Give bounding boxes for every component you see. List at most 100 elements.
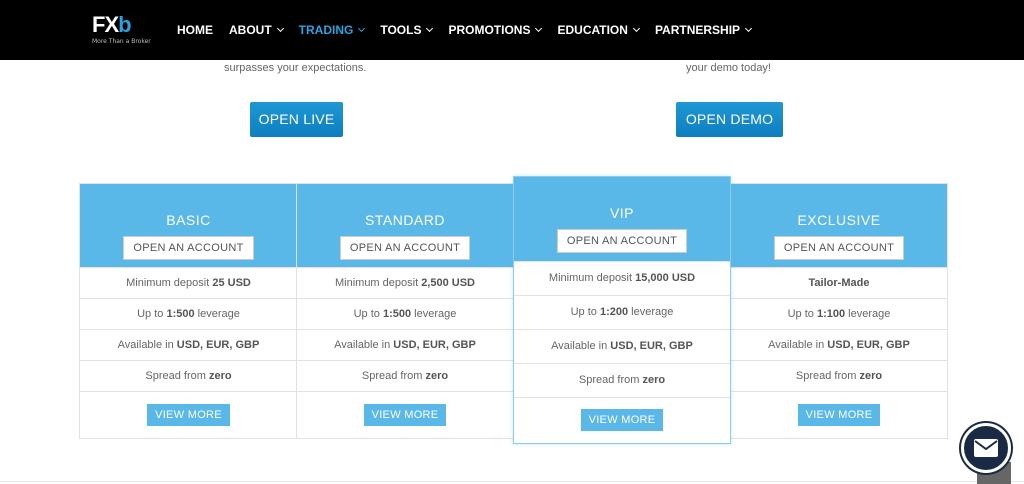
plan-basic: BASIC OPEN AN ACCOUNT Minimum deposit 25… xyxy=(79,183,297,439)
row-label: Minimum deposit xyxy=(126,277,213,289)
row-label: leverage xyxy=(845,308,891,320)
plan-exclusive: EXCLUSIVE OPEN AN ACCOUNT Tailor-Made Up… xyxy=(731,183,948,439)
row-label: Spread from xyxy=(795,370,860,382)
demo-intro-text: your demo today! xyxy=(686,62,771,74)
open-account-button[interactable]: OPEN AN ACCOUNT xyxy=(339,236,471,260)
row-label: Spread from xyxy=(145,370,209,382)
row-label: Minimum deposit xyxy=(334,277,422,289)
currency-row: Available in USD, EUR, GBP xyxy=(80,329,297,360)
menu-item-education[interactable]: EDUCATION xyxy=(557,22,640,38)
spread-row: Spread from zero xyxy=(297,360,513,391)
menu-item-partnership[interactable]: PARTNERSHIP xyxy=(655,22,753,38)
leverage-row: Up to 1:500 leverage xyxy=(297,298,513,329)
menu-label: ABOUT xyxy=(229,23,272,37)
row-label: Up to xyxy=(570,306,600,318)
fxb-logo[interactable]: FXb More Than a Broker xyxy=(92,12,151,46)
top-navigation: FXb More Than a Broker HOME ABOUT TRADIN… xyxy=(0,0,1024,60)
chevron-down-icon xyxy=(358,24,366,33)
spread-row: Spread from zero xyxy=(514,363,730,397)
row-value: USD, EUR, GBP xyxy=(393,339,476,351)
open-live-button[interactable]: OPEN LIVE xyxy=(250,102,343,137)
deposit-row: Tailor-Made xyxy=(731,267,947,298)
row-value: Tailor-Made xyxy=(808,277,870,289)
menu-item-trading[interactable]: TRADING xyxy=(298,22,366,38)
row-label: Available in xyxy=(334,339,394,351)
chevron-down-icon xyxy=(632,24,640,33)
plan-footer: VIEW MORE xyxy=(514,397,730,431)
plan-name: STANDARD xyxy=(365,212,445,228)
menu-label: TRADING xyxy=(298,23,354,37)
chevron-down-icon xyxy=(276,24,284,33)
view-more-button[interactable]: VIEW MORE xyxy=(797,404,881,426)
open-account-button[interactable]: OPEN AN ACCOUNT xyxy=(123,236,254,260)
menu-label: TOOLS xyxy=(380,23,422,37)
deposit-row: Minimum deposit 25 USD xyxy=(80,267,297,298)
menu-item-promotions[interactable]: PROMOTIONS xyxy=(448,22,543,38)
row-value: 1:500 xyxy=(166,308,195,320)
envelope-icon xyxy=(974,439,998,457)
view-more-button[interactable]: VIEW MORE xyxy=(363,404,447,426)
spread-row: Spread from zero xyxy=(80,360,297,391)
currency-row: Available in USD, EUR, GBP xyxy=(297,329,513,360)
menu-label: EDUCATION xyxy=(557,23,628,37)
plan-footer: VIEW MORE xyxy=(731,391,947,426)
leverage-row: Up to 1:200 leverage xyxy=(514,295,730,329)
plan-header: STANDARD OPEN AN ACCOUNT xyxy=(297,184,513,267)
live-intro-text: surpasses your expectations. xyxy=(224,62,367,74)
row-value: zero xyxy=(425,370,449,382)
plan-header: BASIC OPEN AN ACCOUNT xyxy=(80,184,297,267)
leverage-row: Up to 1:100 leverage xyxy=(731,298,947,329)
row-value: 2,500 USD xyxy=(421,277,475,289)
menu-item-about[interactable]: ABOUT xyxy=(229,22,284,38)
chevron-down-icon xyxy=(426,24,434,33)
row-label: Spread from xyxy=(361,370,426,382)
leverage-row: Up to 1:500 leverage xyxy=(80,298,297,329)
menu-label: PROMOTIONS xyxy=(448,23,531,37)
view-more-button[interactable]: VIEW MORE xyxy=(580,409,664,431)
plan-header: EXCLUSIVE OPEN AN ACCOUNT xyxy=(731,184,947,267)
deposit-row: Minimum deposit 2,500 USD xyxy=(297,267,513,298)
row-label: Available in xyxy=(117,339,177,351)
chevron-down-icon xyxy=(745,24,753,33)
plan-vip: VIP OPEN AN ACCOUNT Minimum deposit 15,0… xyxy=(513,176,731,444)
row-value: zero xyxy=(642,374,666,386)
plan-standard: STANDARD OPEN AN ACCOUNT Minimum deposit… xyxy=(296,183,513,439)
row-value: zero xyxy=(208,370,232,382)
plan-name: BASIC xyxy=(166,212,211,228)
logo-tagline: More Than a Broker xyxy=(92,38,151,45)
row-value: 1:500 xyxy=(382,308,412,320)
open-demo-button[interactable]: OPEN DEMO xyxy=(676,102,783,137)
menu-item-tools[interactable]: TOOLS xyxy=(380,22,434,38)
row-value: 25 USD xyxy=(212,277,251,289)
main-menu: HOME ABOUT TRADING TOOLS PROMOTIONS EDUC… xyxy=(177,22,767,38)
account-pricing-table: BASIC OPEN AN ACCOUNT Minimum deposit 25… xyxy=(79,176,948,444)
row-value: 1:100 xyxy=(816,308,846,320)
currency-row: Available in USD, EUR, GBP xyxy=(731,329,947,360)
menu-item-home[interactable]: HOME xyxy=(177,22,213,38)
row-value: USD, EUR, GBP xyxy=(610,340,693,352)
row-value: USD, EUR, GBP xyxy=(827,339,910,351)
view-more-button[interactable]: VIEW MORE xyxy=(147,404,230,426)
row-label: Spread from xyxy=(578,374,643,386)
row-value: 15,000 USD xyxy=(635,272,696,284)
logo-fx-text: FX xyxy=(92,12,119,37)
plan-footer: VIEW MORE xyxy=(80,391,297,426)
plan-name: EXCLUSIVE xyxy=(797,212,881,228)
contact-mail-button[interactable] xyxy=(961,423,1011,473)
spread-row: Spread from zero xyxy=(731,360,947,391)
open-account-button[interactable]: OPEN AN ACCOUNT xyxy=(773,236,905,260)
open-account-button[interactable]: OPEN AN ACCOUNT xyxy=(556,229,688,253)
row-value: zero xyxy=(859,370,883,382)
row-label: leverage xyxy=(628,306,674,318)
plan-footer: VIEW MORE xyxy=(297,391,513,426)
row-label: leverage xyxy=(411,308,457,320)
row-value: 1:200 xyxy=(599,306,629,318)
currency-row: Available in USD, EUR, GBP xyxy=(514,329,730,363)
row-label: Available in xyxy=(551,340,611,352)
chevron-down-icon xyxy=(535,24,543,33)
row-label: Up to xyxy=(353,308,383,320)
row-value: USD, EUR, GBP xyxy=(176,339,260,351)
plan-header: VIP OPEN AN ACCOUNT xyxy=(514,177,730,261)
section-divider xyxy=(0,481,1024,482)
row-label: Up to xyxy=(137,308,167,320)
